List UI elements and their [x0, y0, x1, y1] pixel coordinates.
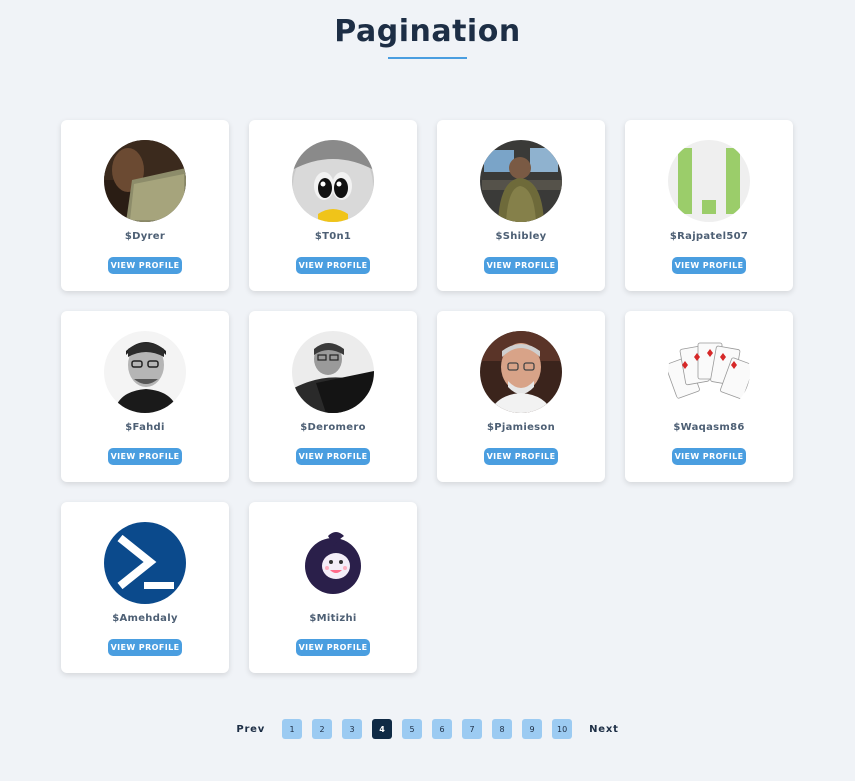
deromero-avatar[interactable] [292, 331, 374, 413]
profile-card: $Fahdi VIEW PROFILE [61, 311, 229, 482]
powershell-avatar[interactable] [104, 522, 186, 604]
profile-username: $Dyrer [124, 231, 166, 242]
profile-grid: $Dyrer VIEW PROFILE $T0n1 VIEW PROFILE $… [61, 120, 793, 673]
page-button-1[interactable]: 1 [282, 719, 303, 739]
page-button-9[interactable]: 9 [522, 719, 543, 739]
page-button-6[interactable]: 6 [432, 719, 453, 739]
view-profile-button[interactable]: VIEW PROFILE [296, 257, 370, 274]
pagination: Prev 1 2 3 4 5 6 7 8 9 10 Next [0, 719, 855, 739]
profile-card: $Mitizhi VIEW PROFILE [249, 502, 417, 673]
view-profile-button[interactable]: VIEW PROFILE [108, 639, 182, 656]
view-profile-button[interactable]: VIEW PROFILE [484, 257, 558, 274]
view-profile-button[interactable]: VIEW PROFILE [108, 257, 182, 274]
prev-button[interactable]: Prev [236, 724, 265, 735]
page-title: Pagination [334, 14, 521, 49]
view-profile-button[interactable]: VIEW PROFILE [672, 257, 746, 274]
profile-username: $T0n1 [314, 231, 352, 242]
title-underline [388, 57, 467, 59]
dyrer-avatar[interactable] [104, 140, 186, 222]
profile-username: $Rajpatel507 [669, 231, 749, 242]
fahdi-avatar[interactable] [104, 331, 186, 413]
page-button-10[interactable]: 10 [552, 719, 573, 739]
pjamieson-avatar[interactable] [480, 331, 562, 413]
view-profile-button[interactable]: VIEW PROFILE [672, 448, 746, 465]
penguin-avatar[interactable] [292, 140, 374, 222]
profile-card: $Rajpatel507 VIEW PROFILE [625, 120, 793, 291]
profile-username: $Pjamieson [486, 422, 556, 433]
profile-username: $Amehdaly [112, 613, 178, 624]
mitizhi-avatar[interactable] [292, 522, 374, 604]
profile-card: $Waqasm86 VIEW PROFILE [625, 311, 793, 482]
profile-username: $Mitizhi [309, 613, 357, 624]
page-button-4[interactable]: 4 [372, 719, 393, 739]
page-button-2[interactable]: 2 [312, 719, 333, 739]
view-profile-button[interactable]: VIEW PROFILE [296, 639, 370, 656]
profile-card: $Amehdaly VIEW PROFILE [61, 502, 229, 673]
profile-card: $Deromero VIEW PROFILE [249, 311, 417, 482]
view-profile-button[interactable]: VIEW PROFILE [484, 448, 558, 465]
profile-username: $Waqasm86 [673, 422, 745, 433]
identicon-avatar[interactable] [668, 140, 750, 222]
next-button[interactable]: Next [589, 724, 619, 735]
page-button-3[interactable]: 3 [342, 719, 363, 739]
page-button-7[interactable]: 7 [462, 719, 483, 739]
view-profile-button[interactable]: VIEW PROFILE [296, 448, 370, 465]
profile-username: $Shibley [495, 231, 547, 242]
profile-card: $Shibley VIEW PROFILE [437, 120, 605, 291]
view-profile-button[interactable]: VIEW PROFILE [108, 448, 182, 465]
profile-card: $Pjamieson VIEW PROFILE [437, 311, 605, 482]
shibley-avatar[interactable] [480, 140, 562, 222]
page-button-8[interactable]: 8 [492, 719, 513, 739]
profile-username: $Fahdi [125, 422, 165, 433]
profile-card: $Dyrer VIEW PROFILE [61, 120, 229, 291]
profile-card: $T0n1 VIEW PROFILE [249, 120, 417, 291]
profile-username: $Deromero [300, 422, 366, 433]
cards-avatar[interactable] [668, 331, 750, 413]
page-button-5[interactable]: 5 [402, 719, 423, 739]
